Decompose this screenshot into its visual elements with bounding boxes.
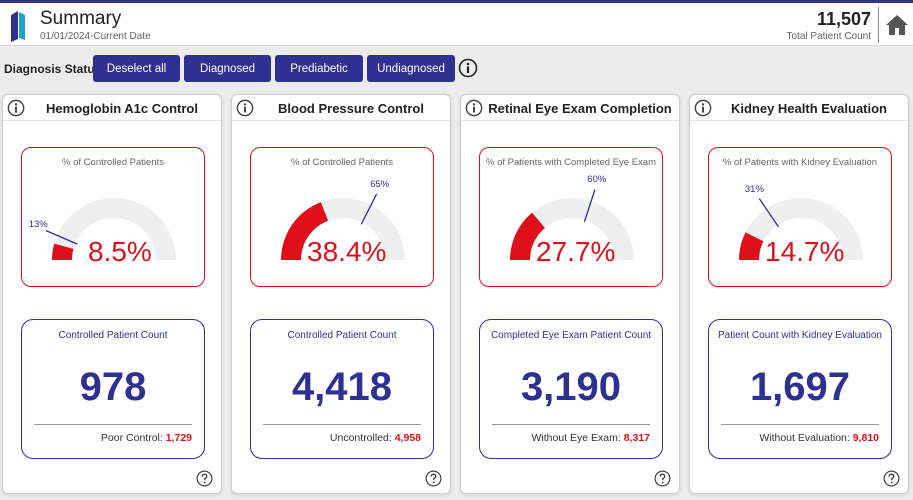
app-logo-icon <box>11 11 25 42</box>
metric-card: Hemoglobin A1c Control % of Controlled P… <box>2 94 222 494</box>
card-header: Blood Pressure Control <box>232 95 450 121</box>
card-title: Hemoglobin A1c Control <box>46 101 198 116</box>
card-title: Kidney Health Evaluation <box>730 101 888 116</box>
count-caption: Controlled Patient Count <box>287 330 397 341</box>
count-divider <box>34 424 192 425</box>
metric-card: Kidney Health Evaluation % of Patients w… <box>689 94 909 494</box>
count-sub-label: Without Eye Exam: <box>531 432 621 444</box>
gauge-panel: % of Patients with Kidney Evaluation 31%… <box>708 147 892 287</box>
help-icon[interactable] <box>425 470 442 487</box>
count-value: 4,418 <box>291 365 393 409</box>
info-icon[interactable] <box>694 99 712 117</box>
help-icon[interactable] <box>196 470 213 487</box>
count-sub-value: 9,810 <box>852 432 879 444</box>
count-value: 1,697 <box>749 365 851 409</box>
count-panel: Completed Eye Exam Patient Count 3,190 W… <box>479 319 663 459</box>
count-sub-text: Poor Control: 1,729 <box>101 432 192 444</box>
metric-card: Retinal Eye Exam Completion % of Patient… <box>460 94 680 494</box>
help-icon[interactable] <box>883 470 900 487</box>
date-range: 01/01/2024-Current Date <box>40 31 151 42</box>
header-divider <box>878 7 879 43</box>
gauge-value: 14.7% <box>765 236 845 267</box>
count-sub-value: 1,729 <box>165 432 192 444</box>
undiagnosed-button[interactable]: Undiagnosed <box>367 55 455 82</box>
gauge-target-label: 65% <box>370 178 390 190</box>
count-caption: Completed Eye Exam Patient Count <box>490 330 652 341</box>
gauge-panel: % of Controlled Patients 13% 8.5% <box>21 147 205 287</box>
gauge-value: 27.7% <box>536 236 616 267</box>
info-icon[interactable] <box>236 99 254 117</box>
info-icon[interactable] <box>458 58 478 78</box>
count-value: 3,190 <box>520 365 622 409</box>
count-sub-label: Without Evaluation: <box>759 432 850 444</box>
count-caption: Patient Count with Kidney Evaluation <box>718 330 882 341</box>
deselect-all-button[interactable]: Deselect all <box>93 55 180 82</box>
prediabetic-button[interactable]: Prediabetic <box>275 55 363 82</box>
gauge-target-label: 60% <box>587 174 607 185</box>
count-sub-text: Without Evaluation: 9,810 <box>759 432 879 444</box>
page-title: Summary <box>40 8 122 29</box>
total-patient-label: Total Patient Count <box>786 31 872 42</box>
info-icon[interactable] <box>465 99 483 117</box>
card-header: Hemoglobin A1c Control <box>3 95 221 121</box>
top-bar: Summary 01/01/2024-Current Date 11,507 T… <box>0 0 913 46</box>
gauge-value: 8.5% <box>88 236 152 267</box>
info-icon[interactable] <box>7 99 25 117</box>
gauge-target-label: 13% <box>28 219 48 231</box>
count-value: 978 <box>79 365 147 409</box>
gauge-target-label: 31% <box>744 184 764 196</box>
count-sub-label: Uncontrolled: <box>329 432 392 444</box>
gauge-panel: % of Patients with Completed Eye Exam 60… <box>479 147 663 287</box>
count-panel: Controlled Patient Count 978 Poor Contro… <box>21 319 205 459</box>
card-title: Retinal Eye Exam Completion <box>488 101 672 116</box>
total-patient-count: 11,507 <box>816 9 871 29</box>
gauge-value: 38.4% <box>307 236 387 267</box>
metric-card: Blood Pressure Control % of Controlled P… <box>231 94 451 494</box>
count-sub-label: Poor Control: <box>100 432 163 444</box>
count-divider <box>721 424 879 425</box>
card-title: Blood Pressure Control <box>278 101 424 116</box>
diagnosis-status-label: Diagnosis Status: <box>4 62 106 76</box>
gauge-panel: % of Controlled Patients 65% 38.4% <box>250 147 434 287</box>
count-sub-value: 8,317 <box>623 432 650 444</box>
count-divider <box>263 424 421 425</box>
count-caption: Controlled Patient Count <box>58 330 168 341</box>
count-divider <box>492 424 650 425</box>
count-sub-text: Without Eye Exam: 8,317 <box>532 432 650 444</box>
help-icon[interactable] <box>654 470 671 487</box>
home-icon[interactable] <box>885 13 909 37</box>
count-sub-text: Uncontrolled: 4,958 <box>330 432 421 444</box>
card-header: Retinal Eye Exam Completion <box>461 95 679 121</box>
count-panel: Patient Count with Kidney Evaluation 1,6… <box>708 319 892 459</box>
card-header: Kidney Health Evaluation <box>690 95 908 121</box>
count-sub-value: 4,958 <box>394 432 421 444</box>
count-panel: Controlled Patient Count 4,418 Uncontrol… <box>250 319 434 459</box>
diagnosed-button[interactable]: Diagnosed <box>184 55 271 82</box>
